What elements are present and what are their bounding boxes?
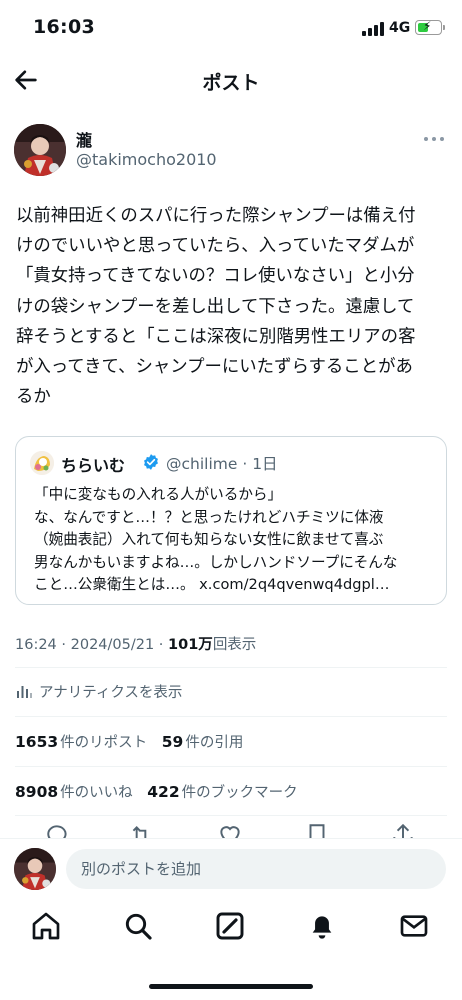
post-date: 2024/05/21 xyxy=(70,637,155,653)
divider xyxy=(15,815,447,816)
divider xyxy=(15,667,447,668)
author-name[interactable]: 瀧 xyxy=(76,127,92,151)
post-author: 瀧 @takimocho2010 xyxy=(14,122,448,178)
quote-text-line: 「中に変なもの入れる人がいるから」 xyxy=(34,486,283,503)
my-avatar xyxy=(14,848,56,890)
like-label: 件のいいね xyxy=(60,785,133,801)
separator: · xyxy=(56,637,71,653)
quote-text-line: こと…公衆衛生とは…。 x.com/2q4qvenwq4dgpl… xyxy=(34,576,390,594)
repost-count: 1653 xyxy=(15,733,59,751)
network-label: 4G xyxy=(389,20,411,36)
tab-messages[interactable] xyxy=(398,910,430,942)
quote-time: 1日 xyxy=(252,455,278,473)
reposts-stat[interactable]: 1653 件のリポスト xyxy=(15,733,148,751)
divider xyxy=(15,716,447,717)
avatar-image xyxy=(14,848,56,890)
bookmark-count: 422 xyxy=(147,783,180,801)
post-text-line: 以前神田近くのスパに行った際シャンプーは備え付 xyxy=(16,206,416,226)
home-icon xyxy=(32,912,60,940)
separator: · xyxy=(154,637,169,653)
post-text-line: 辞そうとすると「ここは深夜に別階男性エリアの客 xyxy=(16,326,416,347)
share-icon xyxy=(393,823,413,838)
status-time: 16:03 xyxy=(33,16,95,38)
post-text: 以前神田近くのスパに行った際シャンプーは備え付 けのでいいやと思っていたら、入っ… xyxy=(16,201,448,412)
reply-button[interactable] xyxy=(45,822,71,838)
charging-icon: ⚡ xyxy=(423,19,432,33)
view-count: 101万 xyxy=(168,637,213,653)
quote-label: 件の引用 xyxy=(185,735,244,751)
notifications-icon xyxy=(312,916,332,939)
quote-text: 「中に変なもの入れる人がいるから」 な、なんですと…！？と思ったけれどハチミツに… xyxy=(34,484,438,597)
quote-author-handle: @chilime · 1日 xyxy=(166,452,278,474)
home-indicator xyxy=(149,984,313,989)
post-time: 16:24 xyxy=(15,637,57,653)
quote-text-line: （婉曲表記）入れて何も知らない女性に飲ませて喜ぶ xyxy=(34,531,384,549)
bookmark-icon xyxy=(309,824,325,838)
bookmark-label: 件のブックマーク xyxy=(181,785,298,801)
post-text-line: が入ってきて、シャンプーにいたずらすることがあ xyxy=(16,357,413,378)
quote-author-name: ちらいむ xyxy=(61,456,126,475)
repost-button[interactable] xyxy=(128,822,154,838)
reply-icon xyxy=(47,825,67,838)
like-button[interactable] xyxy=(217,822,243,838)
like-count: 8908 xyxy=(15,783,59,801)
battery-icon: ⚡ xyxy=(415,19,442,35)
likes-stat[interactable]: 8908 件のいいね xyxy=(15,783,133,801)
separator: · xyxy=(237,455,253,473)
quoted-post[interactable]: ちらいむ @chilime · 1日 「中に変なもの入れる人がいるから」 な、な… xyxy=(15,436,447,605)
tab-notifications[interactable] xyxy=(306,910,338,942)
reply-input[interactable] xyxy=(66,849,446,889)
page-title: ポスト xyxy=(202,72,260,94)
signal-icon xyxy=(362,22,384,36)
tab-home[interactable] xyxy=(30,910,62,942)
quote-text-line: な、なんですと…！？と思ったけれどハチミツに体液 xyxy=(34,508,384,526)
more-dot xyxy=(440,137,444,141)
analytics-icon xyxy=(17,686,32,698)
author-handle[interactable]: @takimocho2010 xyxy=(76,150,217,169)
status-bar: 16:03 4G ⚡ xyxy=(0,0,462,56)
battery-cap xyxy=(443,25,445,30)
quotes-stat[interactable]: 59 件の引用 xyxy=(161,733,244,751)
quote-handle-text: @chilime xyxy=(166,455,238,473)
stats-row: 8908 件のいいね 422 件のブックマーク xyxy=(15,781,308,802)
analytics-label: アナリティクスを表示 xyxy=(39,685,183,701)
messages-icon xyxy=(400,915,428,937)
view-count-label: 回表示 xyxy=(212,637,257,653)
search-icon xyxy=(125,913,152,940)
quote-text-line: 男なんかもいますよね…。しかしハンドソープにそんな xyxy=(34,553,398,571)
bookmark-button[interactable] xyxy=(304,822,330,838)
more-options-button[interactable] xyxy=(424,132,448,146)
avatar[interactable] xyxy=(14,124,66,176)
post-meta: 16:24 · 2024/05/21 · 101万回表示 xyxy=(15,633,256,654)
stats-row: 1653 件のリポスト 59 件の引用 xyxy=(15,731,253,752)
tab-search[interactable] xyxy=(122,910,154,942)
repost-icon xyxy=(132,826,147,838)
quote-avatar xyxy=(30,451,54,475)
bookmarks-stat[interactable]: 422 件のブックマーク xyxy=(147,783,298,801)
quote-avatar-image xyxy=(30,451,54,475)
avatar-image xyxy=(14,124,66,176)
reply-composer xyxy=(0,838,462,898)
more-dot xyxy=(424,137,428,141)
bottom-tab-bar xyxy=(0,902,462,954)
grok-icon xyxy=(216,912,244,940)
quote-count: 59 xyxy=(161,733,184,751)
share-button[interactable] xyxy=(390,822,416,838)
post-text-line: けのでいいやと思っていたら、入っていたマダムが xyxy=(16,236,415,257)
post-text-line: けの袋シャンプーを差し出して下さった。遠慮して xyxy=(16,296,415,317)
verified-badge-icon xyxy=(144,454,158,470)
tab-grok[interactable] xyxy=(214,910,246,942)
post-text-line: るか xyxy=(16,387,51,408)
divider xyxy=(15,766,447,767)
action-bar xyxy=(0,822,462,838)
repost-label: 件のリポスト xyxy=(60,735,148,751)
header: ポスト xyxy=(0,58,462,104)
post-text-line: 「貴女持ってきてないの？コレ使いなさい」と小分 xyxy=(16,266,415,287)
more-dot xyxy=(432,137,436,141)
heart-icon xyxy=(220,826,240,838)
